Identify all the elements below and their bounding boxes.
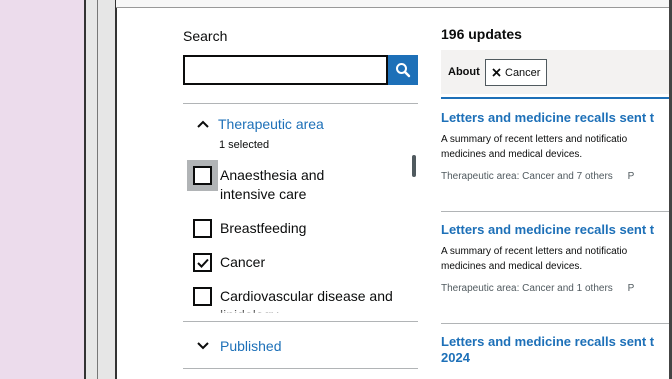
search-input[interactable] <box>183 55 388 85</box>
remove-filter-chip[interactable]: Cancer <box>485 59 548 86</box>
checkbox[interactable] <box>193 253 212 272</box>
checkbox[interactable] <box>193 219 212 238</box>
search-button[interactable] <box>388 55 418 85</box>
left-decorative-panel <box>0 0 86 379</box>
divider <box>183 321 418 322</box>
checkbox[interactable] <box>193 166 212 185</box>
search-icon <box>396 63 411 78</box>
frame-border <box>97 0 98 379</box>
scrollbar-thumb[interactable] <box>412 155 416 177</box>
list-fade <box>183 306 413 320</box>
frame-top <box>116 0 672 8</box>
frame-border <box>84 0 86 379</box>
therapeutic-area-toggle[interactable]: Therapeutic area <box>196 116 324 132</box>
result-description: A summary of recent letters and notifica… <box>441 134 628 145</box>
checkbox-option-breastfeeding[interactable]: Breastfeeding <box>193 219 380 238</box>
checkbox-label: Cancer <box>220 254 266 270</box>
result-title-link[interactable]: Letters and medicine recalls sent t <box>441 222 672 238</box>
check-icon <box>196 258 209 268</box>
list-item: Letters and medicine recalls sent t 2024 <box>441 334 672 366</box>
published-toggle[interactable]: Published <box>196 338 282 354</box>
results-count: 196 updates <box>441 26 522 42</box>
chip-label: Cancer <box>505 66 541 79</box>
checkbox-label: Anaesthesia and intensive care <box>220 167 325 202</box>
divider <box>183 103 418 104</box>
search-label: Search <box>183 28 228 44</box>
selected-count: 1 selected <box>219 139 270 151</box>
published-title: Published <box>220 338 282 354</box>
result-description: medicines and medical devices. <box>441 149 583 160</box>
checkbox-option-anaesthesia[interactable]: Anaesthesia and intensive care <box>193 166 380 204</box>
list-item: Letters and medicine recalls sent t A su… <box>441 222 672 294</box>
result-description: medicines and medical devices. <box>441 261 583 272</box>
close-icon <box>492 68 501 77</box>
therapeutic-area-title: Therapeutic area <box>218 116 324 132</box>
result-metadata: Therapeutic area: Cancer and 7 others <box>441 171 613 182</box>
result-separator <box>441 211 672 212</box>
result-title-link[interactable]: 2024 <box>441 350 672 366</box>
checkbox-option-cancer[interactable]: Cancer <box>193 253 380 272</box>
divider <box>183 368 418 369</box>
chevron-up-icon <box>197 120 209 128</box>
chevron-down-icon <box>197 342 209 350</box>
result-metadata-extra: P <box>627 283 635 294</box>
list-item: Letters and medicine recalls sent t A su… <box>441 110 672 182</box>
result-metadata-extra: P <box>627 171 635 182</box>
result-metadata: Therapeutic area: Cancer and 1 others <box>441 283 613 294</box>
result-description: A summary of recent letters and notifica… <box>441 246 628 257</box>
result-title-link[interactable]: Letters and medicine recalls sent t <box>441 334 672 350</box>
checkbox[interactable] <box>193 287 212 306</box>
results-divider <box>441 97 672 99</box>
result-title-link[interactable]: Letters and medicine recalls sent t <box>441 110 672 126</box>
checkbox-label: Breastfeeding <box>220 220 307 236</box>
about-label: About <box>448 66 480 78</box>
result-separator <box>441 323 672 324</box>
frame-strip <box>86 0 116 379</box>
